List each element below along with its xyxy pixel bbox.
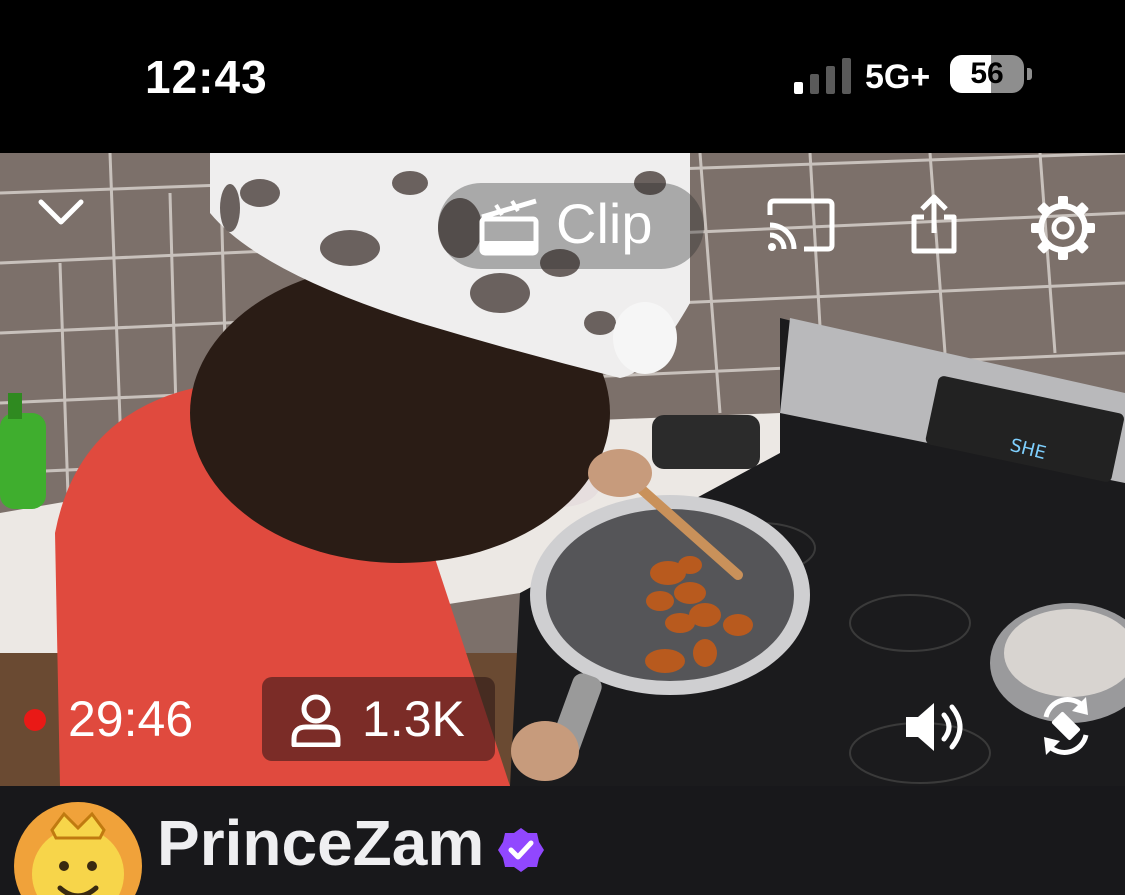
cast-icon[interactable] bbox=[766, 197, 836, 253]
live-indicator-dot bbox=[24, 709, 46, 731]
verified-badge-icon bbox=[498, 828, 544, 872]
video-player[interactable]: SHE Clip 29:46 1.3K bbox=[0, 153, 1125, 786]
clip-icon bbox=[479, 198, 539, 256]
avatar[interactable] bbox=[12, 800, 144, 895]
clip-label: Clip bbox=[556, 192, 653, 255]
status-bar: 12:43 5G+ 56 bbox=[0, 0, 1125, 153]
volume-icon[interactable] bbox=[902, 699, 966, 755]
stream-uptime: 29:46 bbox=[68, 691, 194, 747]
network-type: 5G+ bbox=[865, 58, 931, 96]
person-icon bbox=[291, 694, 341, 747]
viewer-count: 1.3K bbox=[362, 691, 465, 747]
status-time: 12:43 bbox=[145, 51, 268, 103]
battery-icon: 56 bbox=[950, 55, 1032, 95]
battery-level: 56 bbox=[970, 57, 1004, 90]
share-icon[interactable] bbox=[908, 193, 960, 255]
signal-strength-icon bbox=[794, 58, 851, 94]
rotate-icon[interactable] bbox=[1036, 693, 1096, 759]
channel-name[interactable]: PrinceZam bbox=[157, 806, 484, 880]
channel-info-bar: PrinceZam bbox=[0, 786, 1125, 895]
settings-icon[interactable] bbox=[1030, 195, 1096, 261]
chevron-down-icon[interactable] bbox=[38, 197, 84, 227]
